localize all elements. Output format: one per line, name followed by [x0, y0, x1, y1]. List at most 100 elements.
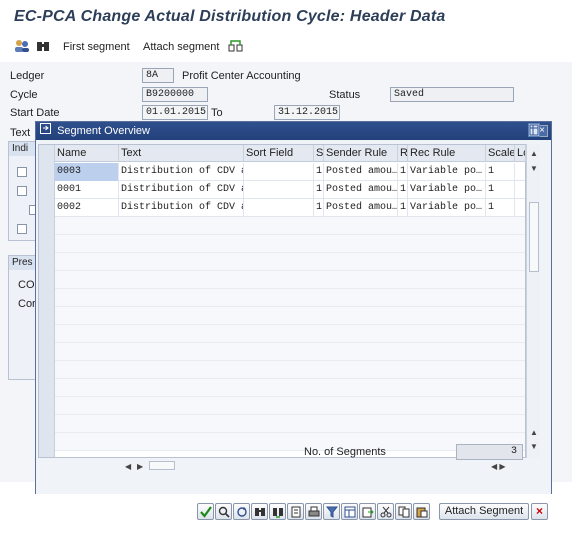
cell-s[interactable]: 1: [314, 199, 324, 217]
filter-icon[interactable]: [323, 503, 340, 520]
export-icon[interactable]: [359, 503, 376, 520]
users-icon[interactable]: [14, 39, 30, 55]
column-header-scale[interactable]: Scale: [486, 145, 515, 162]
scroll-left-right-icon[interactable]: ◀ ▶: [491, 462, 506, 471]
layout-icon[interactable]: [341, 503, 358, 520]
scroll-up-icon[interactable]: ▲: [530, 149, 538, 158]
table-row[interactable]: 0003 Distribution of CDV at PI… 1 Posted…: [55, 163, 525, 181]
cell-rec-rule[interactable]: Variable po…: [408, 163, 486, 181]
empty-row: [55, 235, 525, 253]
start-date-field[interactable]: 01.01.2015: [142, 105, 208, 120]
scroll-down-icon[interactable]: ▼: [530, 164, 538, 173]
column-header-sort-field[interactable]: Sort Field: [244, 145, 314, 162]
scroll-left-icon[interactable]: ◀: [125, 462, 131, 471]
cell-name[interactable]: 0001: [55, 181, 119, 199]
empty-row: [55, 325, 525, 343]
copy-icon[interactable]: [395, 503, 412, 520]
cell-rec-rule[interactable]: Variable po…: [408, 181, 486, 199]
cell-scale[interactable]: 1: [486, 181, 515, 199]
vertical-scroll-thumb[interactable]: [529, 202, 539, 272]
cell-r[interactable]: 1: [398, 181, 408, 199]
status-field: Saved: [390, 87, 514, 102]
segment-table: Name Text Sort Field S Sender Rule R Rec…: [38, 144, 526, 471]
cell-name[interactable]: 0002: [55, 199, 119, 217]
cell-text[interactable]: Distribution of CDV at PI…: [119, 199, 244, 217]
text-label: Text: [10, 127, 31, 139]
dialog-title: Segment Overview: [57, 125, 150, 137]
details-icon[interactable]: [215, 503, 232, 520]
table-header: Name Text Sort Field S Sender Rule R Rec…: [55, 145, 526, 162]
dialog-title-bar: Segment Overview ×: [36, 122, 551, 140]
column-settings-icon[interactable]: [528, 123, 540, 137]
cut-icon[interactable]: [377, 503, 394, 520]
table-row[interactable]: 0001 Distribution of CDV at PI… 1 Posted…: [55, 181, 525, 199]
empty-row: [55, 433, 525, 451]
cell-sort-field[interactable]: [244, 163, 314, 181]
column-header-text[interactable]: Text: [119, 145, 244, 162]
cell-sort-field[interactable]: [244, 199, 314, 217]
cell-sort-field[interactable]: [244, 181, 314, 199]
binoculars-icon[interactable]: [36, 39, 50, 55]
title-bar: EC-PCA Change Actual Distribution Cycle:…: [0, 0, 572, 36]
empty-row: [55, 253, 525, 271]
scroll-down-bottom-icon[interactable]: ▼: [530, 442, 538, 451]
indicator-checkbox-1[interactable]: [17, 167, 27, 177]
cell-name[interactable]: 0003: [55, 163, 119, 181]
refresh-icon[interactable]: [233, 503, 250, 520]
cell-scale[interactable]: 1: [486, 163, 515, 181]
scroll-right-icon[interactable]: ▶: [137, 462, 143, 471]
cell-s[interactable]: 1: [314, 181, 324, 199]
column-header-sender-rule[interactable]: Sender Rule: [324, 145, 398, 162]
cell-r[interactable]: 1: [398, 163, 408, 181]
column-header-s[interactable]: S: [314, 145, 324, 162]
find-icon[interactable]: [251, 503, 268, 520]
ledger-text: Profit Center Accounting: [182, 70, 301, 82]
column-header-r[interactable]: R: [398, 145, 408, 162]
paste-icon[interactable]: [413, 503, 430, 520]
scroll-up-bottom-icon[interactable]: ▲: [530, 428, 538, 437]
cell-sender-rule[interactable]: Posted amou…: [324, 163, 398, 181]
confirm-icon[interactable]: [197, 503, 214, 520]
cell-rec-rule[interactable]: Variable po…: [408, 199, 486, 217]
cancel-button[interactable]: ×: [531, 503, 548, 520]
horizontal-scrollbar-left[interactable]: ◀ ▶: [121, 459, 181, 473]
print-icon[interactable]: [305, 503, 322, 520]
table-row[interactable]: 0002 Distribution of CDV at PI… 1 Posted…: [55, 199, 525, 217]
attach-segment-button[interactable]: Attach Segment: [439, 503, 529, 520]
print-preview-icon[interactable]: [287, 503, 304, 520]
empty-row: [55, 271, 525, 289]
first-segment-button[interactable]: First segment: [63, 39, 130, 55]
cor-label: Cor: [18, 298, 36, 310]
cell-text[interactable]: Distribution of CDV at PI…: [119, 163, 244, 181]
attach-segment-toolbar-button[interactable]: Attach segment: [143, 39, 219, 55]
cell-scale[interactable]: 1: [486, 199, 515, 217]
find-next-icon[interactable]: [269, 503, 286, 520]
cell-s[interactable]: 1: [314, 163, 324, 181]
cell-r[interactable]: 1: [398, 199, 408, 217]
start-date-label: Start Date: [10, 107, 60, 119]
segment-overview-dialog: Segment Overview × Name Text Sort Field …: [35, 121, 552, 534]
row-selector-column[interactable]: [39, 145, 55, 457]
indicator-checkbox-2[interactable]: [17, 186, 27, 196]
cell-sender-rule[interactable]: Posted amou…: [324, 199, 398, 217]
end-date-field[interactable]: 31.12.2015: [274, 105, 340, 120]
attach-segment-icon[interactable]: [228, 39, 244, 55]
column-header-name[interactable]: Name: [55, 145, 119, 162]
window-title: EC-PCA Change Actual Distribution Cycle:…: [14, 8, 446, 25]
cell-sender-rule[interactable]: Posted amou…: [324, 181, 398, 199]
column-header-rec-rule[interactable]: Rec Rule: [408, 145, 486, 162]
cycle-field[interactable]: B9200000: [142, 87, 208, 102]
cell-name-value[interactable]: 0003: [57, 166, 82, 177]
indicator-checkbox-4[interactable]: [17, 224, 27, 234]
column-header-lc[interactable]: Lc: [515, 145, 526, 162]
empty-row: [55, 397, 525, 415]
vertical-scrollbar[interactable]: ▲ ▼ ▲ ▼: [526, 123, 540, 458]
empty-row: [55, 343, 525, 361]
empty-row: [55, 289, 525, 307]
cell-text[interactable]: Distribution of CDV at PI…: [119, 181, 244, 199]
horizontal-scroll-thumb[interactable]: [149, 461, 175, 470]
to-label: To: [211, 107, 223, 119]
ledger-field[interactable]: 8A: [142, 68, 174, 83]
empty-row: [55, 379, 525, 397]
empty-row: [55, 217, 525, 235]
